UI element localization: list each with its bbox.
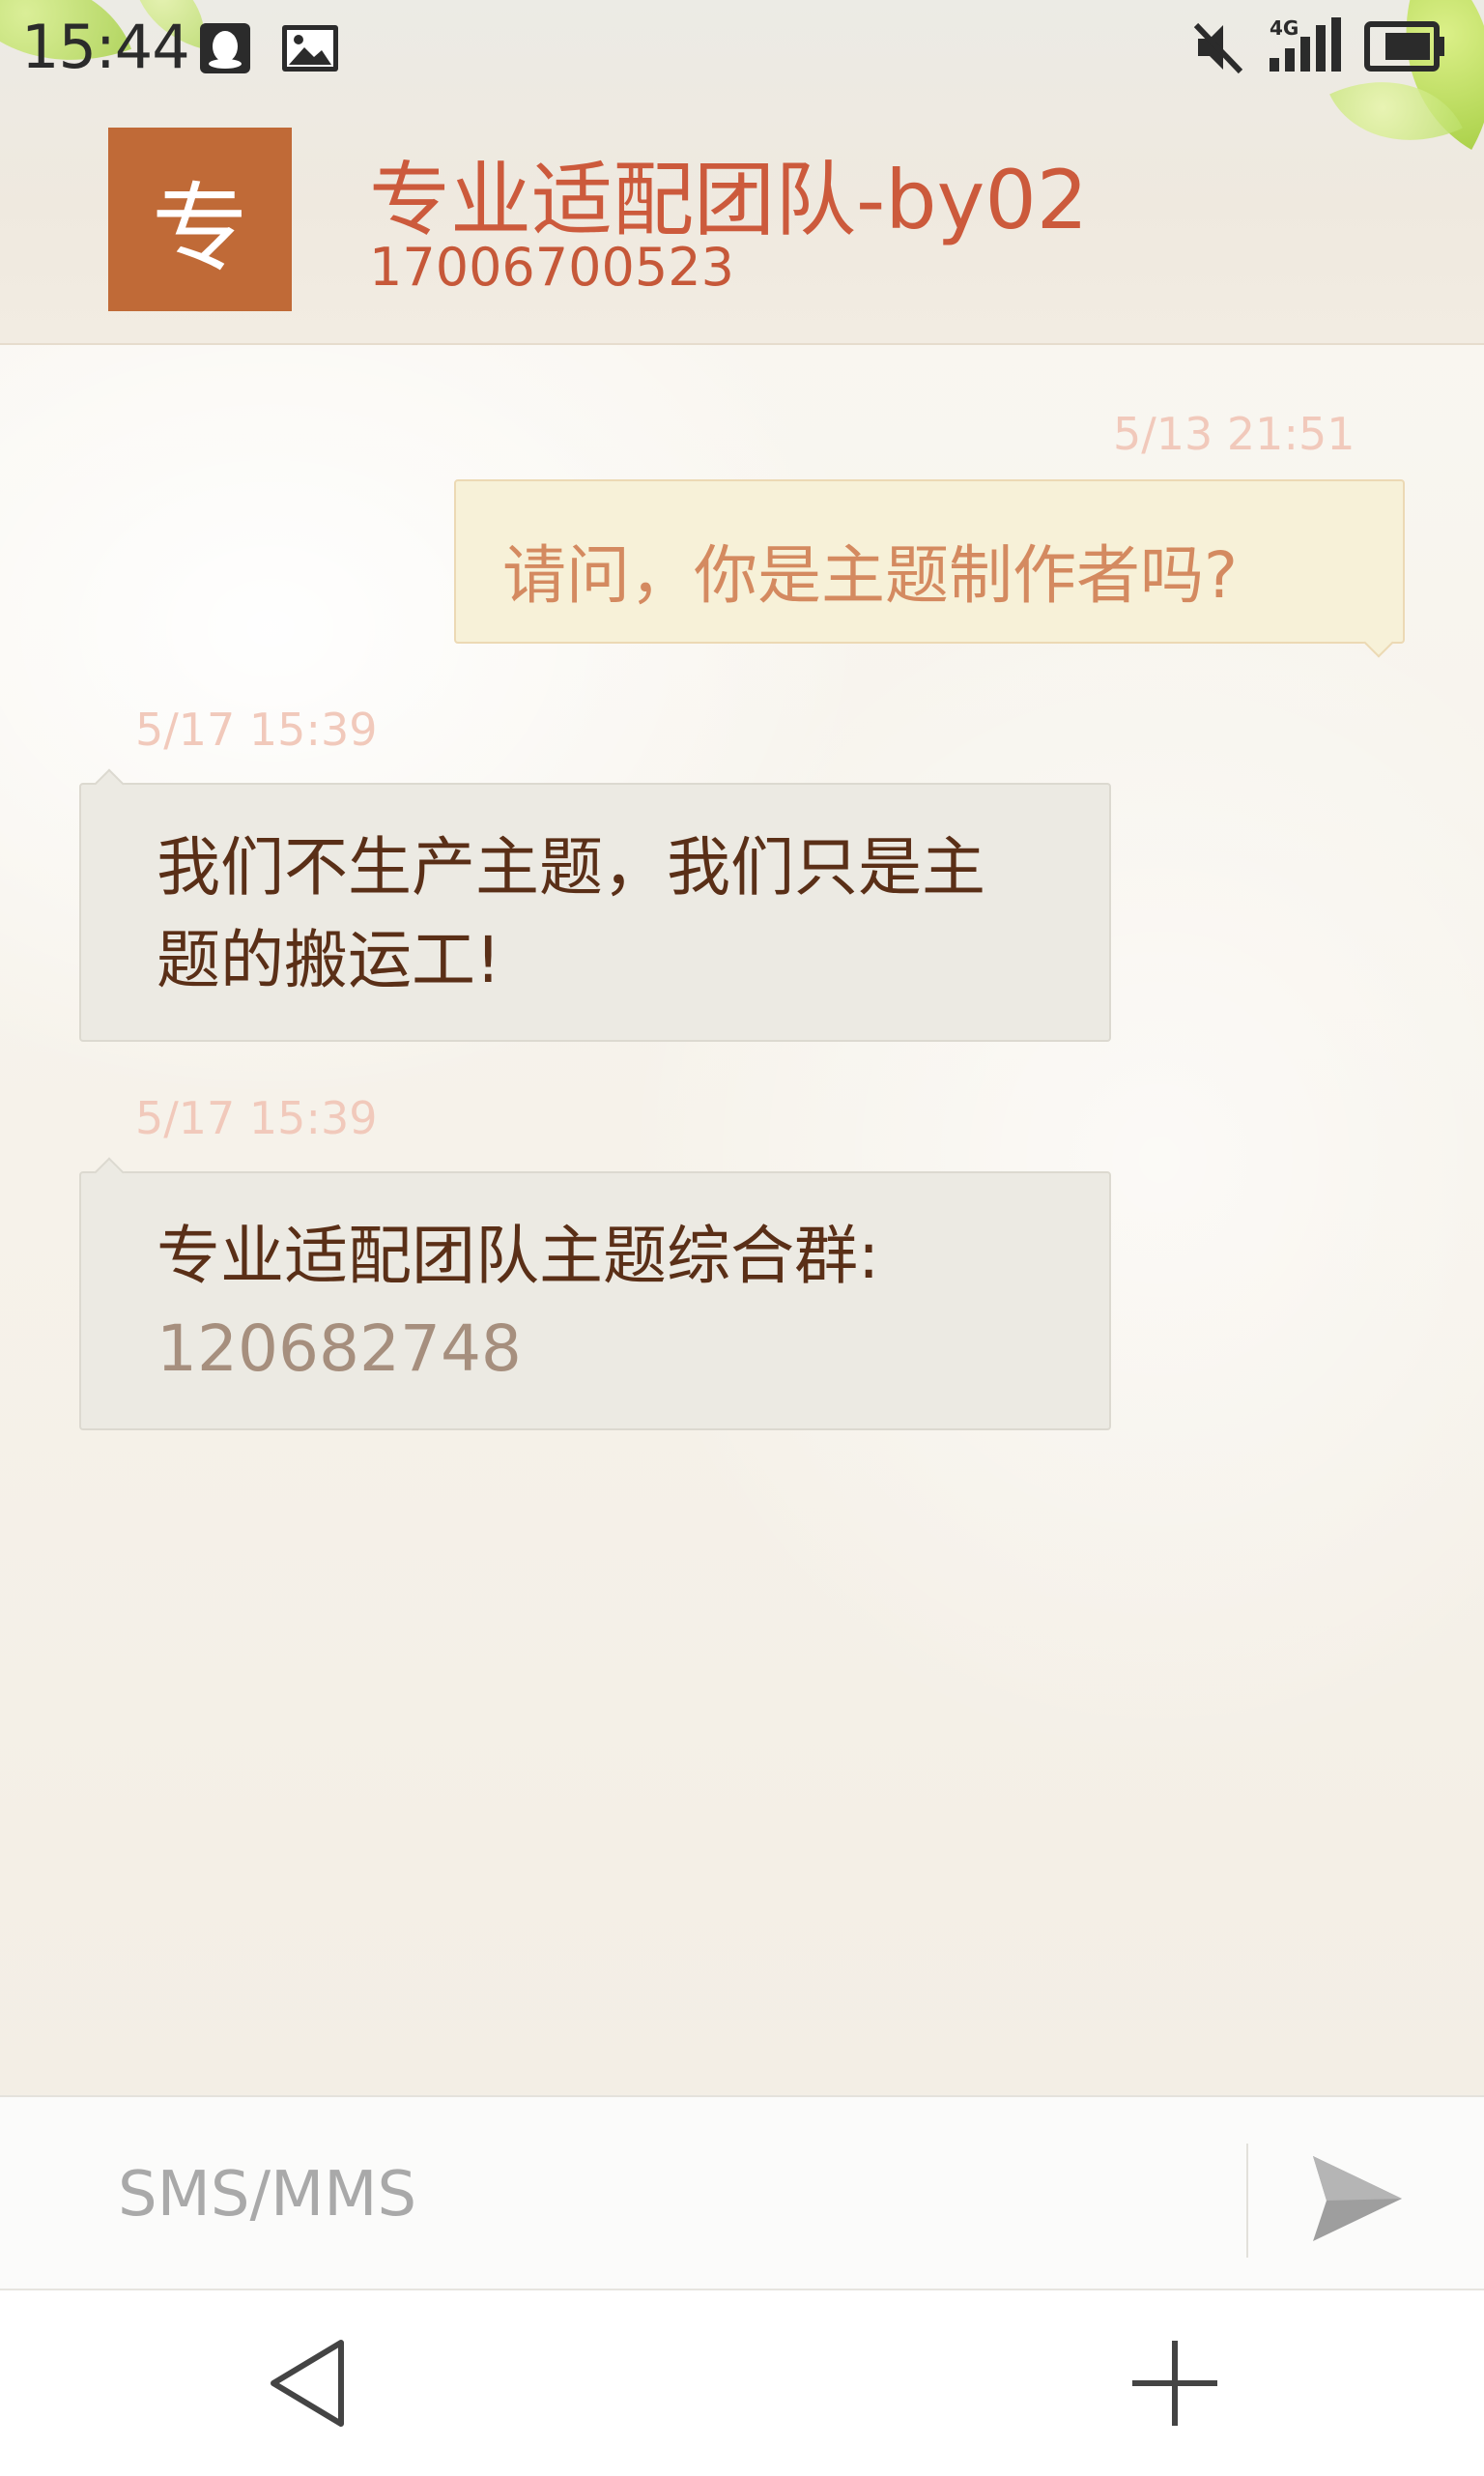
message-timestamp: 5/17 15:39: [135, 704, 378, 756]
avatar-letter: 专: [152, 171, 248, 285]
battery-icon: [1364, 21, 1447, 75]
composer-divider: [1246, 2144, 1248, 2258]
send-button[interactable]: [1304, 2145, 1411, 2252]
send-icon: [1313, 2156, 1402, 2241]
navigation-bar: [0, 2289, 1484, 2476]
signal-4g-icon: 4G: [1268, 15, 1345, 79]
group-number-link[interactable]: 120682748: [157, 1303, 1070, 1396]
message-text-line: 我们不生产主题，我们只是主: [157, 830, 985, 905]
add-button[interactable]: [1098, 2306, 1252, 2461]
message-text: 请问，你是主题制作者吗?: [502, 538, 1239, 613]
message-timestamp: 5/17 15:39: [135, 1092, 378, 1144]
mute-icon: [1192, 19, 1246, 79]
message-composer: [0, 2095, 1484, 2290]
svg-text:4G: 4G: [1270, 16, 1298, 40]
message-timestamp: 5/13 21:51: [1113, 408, 1356, 460]
status-time: 15:44: [21, 12, 190, 82]
back-triangle-icon: [271, 2340, 344, 2427]
contact-number: 17006700523: [369, 237, 734, 298]
message-text: 专业适配团队主题综合群:: [157, 1219, 880, 1293]
outgoing-message-bubble[interactable]: 请问，你是主题制作者吗?: [454, 479, 1405, 644]
message-text-line: 题的搬运工!: [157, 923, 501, 997]
incoming-message-bubble[interactable]: 我们不生产主题，我们只是主 题的搬运工!: [79, 783, 1111, 1042]
contact-name: 专业适配团队-by02: [369, 153, 1089, 247]
image-icon: [280, 23, 340, 77]
message-input[interactable]: [116, 2145, 1183, 2244]
conversation-header: 15:44 4G 专 专业适配团队-by02 17006700523: [0, 0, 1484, 345]
plus-icon: [1132, 2341, 1217, 2426]
qq-icon: [198, 21, 252, 79]
contact-avatar[interactable]: 专: [108, 128, 292, 311]
incoming-message-bubble[interactable]: 专业适配团队主题综合群: 120682748: [79, 1171, 1111, 1430]
back-button[interactable]: [232, 2306, 386, 2461]
